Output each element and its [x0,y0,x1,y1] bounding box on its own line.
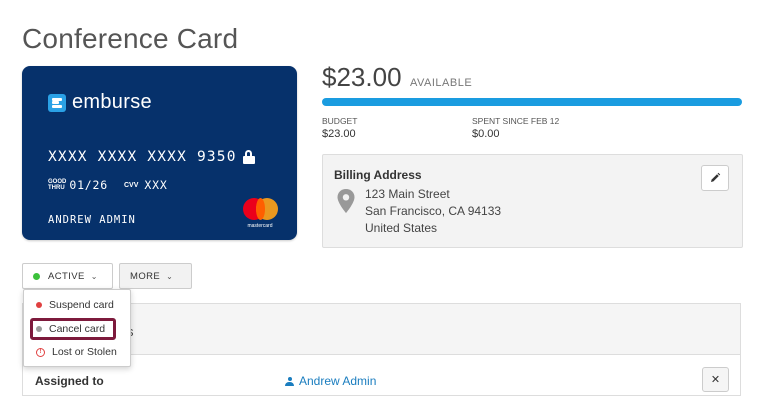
close-icon: ✕ [710,374,721,386]
menu-item-suspend-card[interactable]: Suspend card [24,294,130,316]
card-number: XXXX XXXX XXXX 9350 [48,149,255,165]
card-expiry: GOOD THRU 01/26 CVV XXX [48,178,168,192]
status-dropdown-button[interactable]: ACTIVE ⌄ [22,263,113,289]
status-dropdown-menu: Suspend card Cancel card ! Lost or Stole… [23,289,131,367]
available-amount: $23.00 [322,62,402,92]
billing-address-panel: Billing Address 123 Main Street San Fran… [322,154,743,248]
assigned-user-name[interactable]: Andrew Admin [299,374,376,388]
cvv-value: XXX [144,178,168,192]
card-holder: ANDREW ADMIN [48,214,136,226]
menu-item-label: Lost or Stolen [52,346,117,358]
remove-assignee-button[interactable]: ✕ [702,367,729,392]
spent-value: $0.00 [472,128,500,140]
more-button[interactable]: MORE ⌄ [119,263,192,289]
address-line-1: 123 Main Street [365,187,450,201]
mastercard-logo-icon: mastercard [240,196,280,231]
billing-title: Billing Address [334,168,422,182]
budget-progress-bar [322,98,742,106]
edit-address-button[interactable] [701,165,729,191]
good-thru-label: GOOD THRU [48,179,67,191]
brand: emburse [48,91,152,114]
pencil-icon [711,172,721,182]
status-dot-icon [33,272,40,280]
menu-item-label: Suspend card [49,299,114,311]
chevron-down-icon: ⌄ [166,271,174,281]
map-pin-icon [337,189,355,213]
menu-item-cancel-card[interactable]: Cancel card [30,318,116,340]
budget-value: $23.00 [322,128,356,140]
red-dot-icon [36,302,42,308]
address-line-3: United States [365,221,438,235]
available-label: AVAILABLE [410,77,473,89]
menu-item-label: Cancel card [49,323,106,335]
warning-circle-icon: ! [36,347,45,357]
credit-card: emburse XXXX XXXX XXXX 9350 GOOD THRU 01… [22,66,297,240]
brand-name: emburse [72,91,152,113]
chevron-down-icon: ⌄ [90,271,98,281]
user-icon [285,376,294,386]
more-label: MORE [130,270,161,282]
assigned-to-label: Assigned to [35,374,104,388]
address-line-2: San Francisco, CA 94133 [365,204,502,218]
page-title: Conference Card [22,22,239,54]
card-number-text: XXXX XXXX XXXX 9350 [48,149,237,165]
assigned-user-link[interactable]: Andrew Admin [285,374,376,388]
menu-item-lost-or-stolen[interactable]: ! Lost or Stolen [24,341,130,363]
gray-dot-icon [36,326,42,332]
cvv-label: CVV [123,181,139,189]
expiry-value: 01/26 [69,178,108,192]
lock-icon[interactable] [242,150,255,164]
spent-label: SPENT SINCE FEB 12 [472,116,560,126]
status-label: ACTIVE [48,270,85,282]
budget-label: BUDGET [322,116,358,126]
emburse-logo-icon [48,93,66,112]
